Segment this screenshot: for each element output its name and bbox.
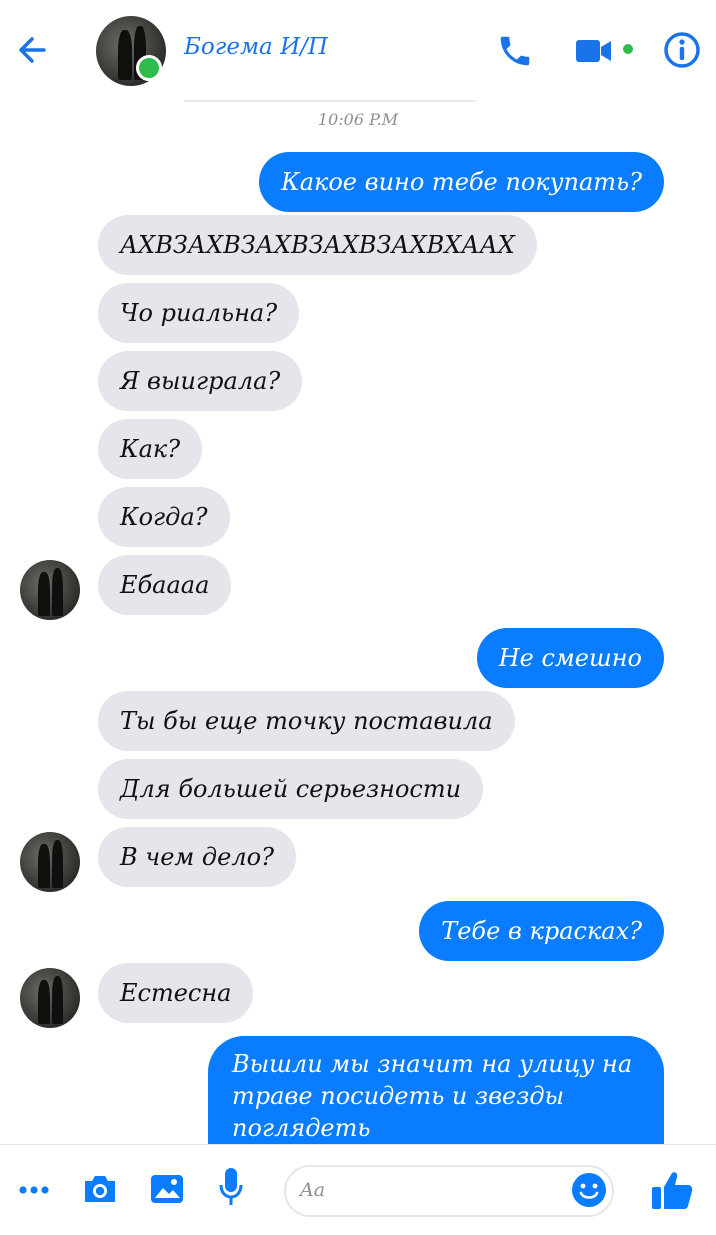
message-bubble-incoming[interactable]: Ебаааа (98, 555, 232, 615)
photo-icon[interactable] (150, 1173, 184, 1205)
message-composer: Aa (0, 1144, 716, 1235)
message-bubble-incoming[interactable]: Как? (98, 419, 203, 479)
message-input[interactable]: Aa (284, 1165, 614, 1217)
back-arrow-icon[interactable] (14, 32, 50, 68)
message-bubble-outgoing[interactable]: Вышли мы значит на улицу на траве посиде… (208, 1036, 664, 1144)
message-list[interactable]: 10:06 P.M Какое вино тебе покупать? АХВЗ… (0, 102, 716, 1144)
online-status-dot (136, 55, 162, 81)
message-bubble-incoming[interactable]: Для большей серьезности (98, 759, 484, 819)
message-bubble-incoming[interactable]: Ты бы еще точку поставила (98, 691, 515, 751)
sender-avatar[interactable] (20, 968, 80, 1028)
video-camera-icon[interactable] (574, 36, 614, 66)
more-dots-icon[interactable] (18, 1185, 50, 1195)
sender-avatar[interactable] (20, 560, 80, 620)
message-bubble-incoming[interactable]: АХВЗАХВЗАХВЗАХВЗАХВХААХ (98, 215, 537, 275)
message-bubble-incoming[interactable]: Чо риальна? (98, 283, 300, 343)
sender-avatar[interactable] (20, 832, 80, 892)
message-bubble-outgoing[interactable]: Не смешно (476, 628, 664, 688)
message-bubble-incoming[interactable]: Естесна (98, 963, 254, 1023)
camera-icon[interactable] (82, 1173, 118, 1205)
phone-icon[interactable] (496, 32, 534, 70)
message-bubble-outgoing[interactable]: Какое вино тебе покупать? (259, 152, 664, 212)
message-timestamp: 10:06 P.M (317, 110, 399, 129)
chat-header: Богема И/П (0, 0, 716, 103)
message-bubble-incoming[interactable]: Когда? (98, 487, 230, 547)
thumbs-up-icon[interactable] (650, 1169, 694, 1211)
video-online-dot (623, 44, 633, 54)
microphone-icon[interactable] (218, 1167, 244, 1207)
message-input-placeholder: Aa (300, 1179, 326, 1201)
message-bubble-incoming[interactable]: Я выиграла? (98, 351, 303, 411)
emoji-icon[interactable] (570, 1171, 608, 1209)
contact-name[interactable]: Богема И/П (184, 34, 328, 60)
message-bubble-incoming[interactable]: В чем дело? (98, 827, 296, 887)
message-bubble-outgoing[interactable]: Тебе в красках? (419, 901, 664, 961)
info-icon[interactable] (662, 30, 702, 70)
